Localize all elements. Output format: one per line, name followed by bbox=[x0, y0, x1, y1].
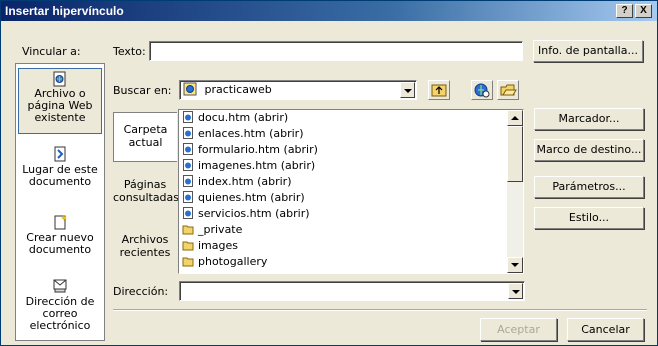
list-item[interactable]: _private bbox=[182, 223, 242, 237]
look-in-dropdown-arrow[interactable] bbox=[400, 82, 415, 98]
html-file-icon bbox=[183, 191, 193, 203]
link-place-line2: documento bbox=[28, 175, 92, 188]
file-name: imagenes.htm (abrir) bbox=[198, 159, 316, 172]
link-place-in-document-tab[interactable]: Lugar de este documento bbox=[16, 146, 104, 190]
file-name: formulario.htm (abrir) bbox=[198, 143, 318, 156]
scroll-thumb[interactable] bbox=[507, 126, 523, 182]
tab-current-folder-line1: Carpeta bbox=[123, 123, 168, 136]
link-to-bar: Archivo o página Web existente Lugar de … bbox=[15, 63, 105, 341]
list-item[interactable]: index.htm (abrir) bbox=[182, 175, 292, 189]
list-item[interactable]: servicios.htm (abrir) bbox=[182, 207, 310, 221]
close-button[interactable]: X bbox=[635, 4, 652, 18]
file-list-scrollbar[interactable] bbox=[507, 110, 523, 273]
link-to-label: Vincular a: bbox=[22, 45, 81, 58]
folder-icon bbox=[182, 225, 194, 235]
up-folder-button[interactable] bbox=[428, 80, 450, 100]
text-input[interactable] bbox=[149, 41, 523, 61]
link-existing-file-tab[interactable]: Archivo o página Web existente bbox=[18, 68, 102, 134]
html-file-icon bbox=[183, 207, 193, 219]
look-in-value: practicaweb bbox=[204, 83, 272, 96]
insert-hyperlink-dialog: Insertar hipervínculo ? X Vincular a: Ar… bbox=[0, 0, 658, 346]
file-name: photogallery bbox=[198, 255, 268, 268]
file-name: images bbox=[198, 239, 238, 252]
file-name: servicios.htm (abrir) bbox=[198, 207, 310, 220]
link-new-doc-line2: documento bbox=[28, 243, 92, 256]
tab-current-folder-line2: actual bbox=[128, 136, 163, 149]
browse-web-icon bbox=[474, 83, 490, 98]
place-in-document-icon bbox=[54, 146, 66, 162]
file-name: _private bbox=[198, 223, 243, 236]
up-folder-icon bbox=[431, 84, 447, 97]
html-file-icon bbox=[183, 175, 193, 187]
style-button[interactable]: Estilo... bbox=[534, 207, 644, 229]
browse-file-icon bbox=[500, 84, 517, 96]
html-file-icon bbox=[183, 143, 193, 155]
browse-file-button[interactable] bbox=[497, 80, 519, 100]
accept-button[interactable]: Aceptar bbox=[480, 318, 557, 341]
tab-current-folder[interactable]: Carpeta actual bbox=[113, 112, 177, 162]
tab-recent-files-line2: recientes bbox=[119, 246, 171, 259]
globe-folder-icon bbox=[183, 82, 197, 96]
link-email-line3: electrónico bbox=[29, 319, 91, 332]
link-email-tab[interactable]: Dirección de correo electrónico bbox=[16, 278, 104, 338]
tab-browsed-pages-line1: Páginas bbox=[123, 178, 167, 191]
list-item[interactable]: docu.htm (abrir) bbox=[182, 111, 288, 125]
look-in-label: Buscar en: bbox=[113, 84, 172, 97]
list-item[interactable]: photogallery bbox=[182, 255, 267, 269]
web-page-icon bbox=[53, 71, 66, 87]
html-file-icon bbox=[183, 111, 193, 123]
list-item[interactable]: images bbox=[182, 239, 238, 253]
help-button[interactable]: ? bbox=[616, 4, 633, 18]
browse-tabs: Carpeta actual Páginas consultadas Archi… bbox=[113, 112, 180, 276]
tab-browsed-pages[interactable]: Páginas consultadas bbox=[113, 178, 180, 212]
folder-icon bbox=[182, 257, 194, 267]
address-label: Dirección: bbox=[113, 285, 169, 298]
tab-recent-files-line1: Archivos bbox=[121, 233, 169, 246]
browse-web-button[interactable] bbox=[471, 80, 493, 100]
folder-icon bbox=[182, 241, 194, 251]
tab-browsed-pages-line2: consultadas bbox=[113, 191, 180, 204]
file-name: quienes.htm (abrir) bbox=[198, 191, 305, 204]
scroll-up-icon bbox=[511, 116, 519, 120]
title-bar: Insertar hipervínculo ? X bbox=[1, 1, 657, 21]
bookmark-button[interactable]: Marcador... bbox=[534, 108, 644, 130]
address-input[interactable] bbox=[179, 281, 525, 301]
file-name: docu.htm (abrir) bbox=[198, 111, 289, 124]
text-label: Texto: bbox=[113, 45, 146, 58]
file-name: enlaces.htm (abrir) bbox=[198, 127, 304, 140]
target-frame-button[interactable]: Marco de destino... bbox=[534, 139, 644, 161]
html-file-icon bbox=[183, 159, 193, 171]
html-file-icon bbox=[183, 127, 193, 139]
email-icon bbox=[53, 279, 67, 293]
tab-recent-files[interactable]: Archivos recientes bbox=[113, 233, 177, 267]
scroll-down-button[interactable] bbox=[507, 257, 523, 273]
parameters-button[interactable]: Parámetros... bbox=[534, 176, 644, 198]
list-item[interactable]: enlaces.htm (abrir) bbox=[182, 127, 303, 141]
bottom-divider bbox=[113, 309, 647, 311]
scroll-down-icon bbox=[511, 263, 519, 267]
screen-tip-button[interactable]: Info. de pantalla... bbox=[533, 40, 643, 62]
file-list[interactable]: docu.htm (abrir) enlaces.htm (abrir) formu… bbox=[178, 109, 524, 274]
list-item[interactable]: imagenes.htm (abrir) bbox=[182, 159, 315, 173]
cancel-button[interactable]: Cancelar bbox=[567, 318, 644, 341]
link-existing-file-line3: existente bbox=[34, 111, 86, 124]
window-title: Insertar hipervínculo bbox=[5, 4, 124, 18]
scroll-up-button[interactable] bbox=[507, 110, 523, 126]
address-dropdown-arrow[interactable] bbox=[508, 283, 523, 299]
look-in-select[interactable]: practicaweb bbox=[179, 80, 417, 100]
link-new-document-tab[interactable]: Crear nuevo documento bbox=[16, 214, 104, 258]
list-item[interactable]: formulario.htm (abrir) bbox=[182, 143, 318, 157]
new-document-icon bbox=[54, 215, 67, 230]
file-name: index.htm (abrir) bbox=[198, 175, 292, 188]
list-item[interactable]: quienes.htm (abrir) bbox=[182, 191, 305, 205]
